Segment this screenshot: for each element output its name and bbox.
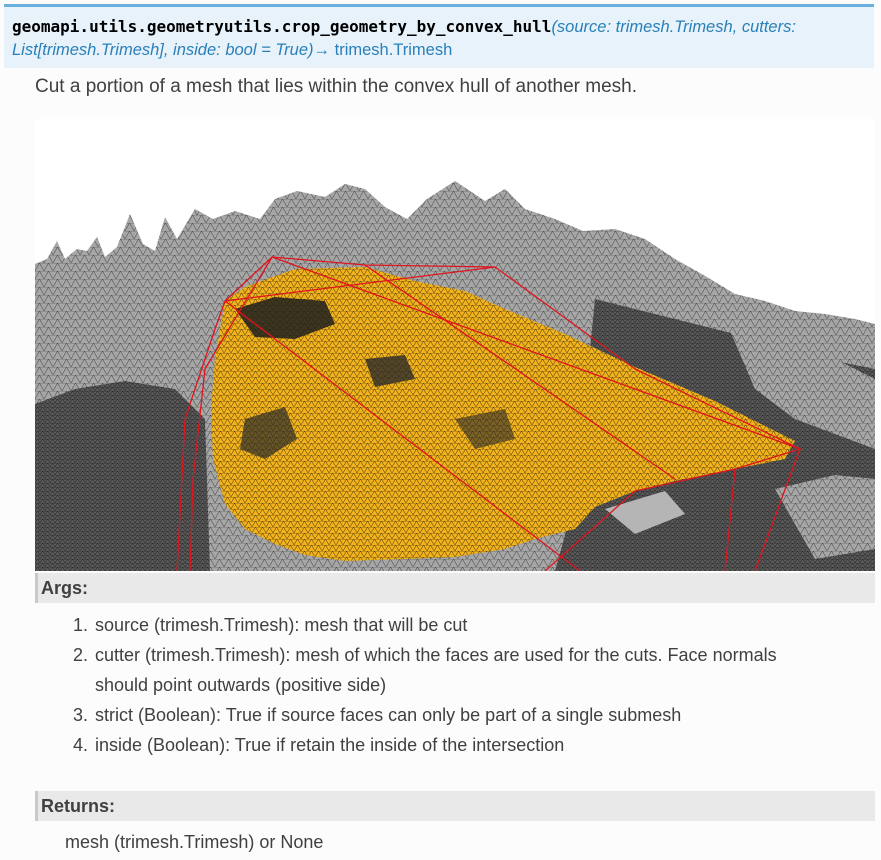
function-summary: Cut a portion of a mesh that lies within…	[35, 76, 637, 97]
arg-number: 3.	[73, 705, 89, 725]
dark-mesh-band	[35, 381, 210, 571]
mesh-illustration	[35, 119, 875, 571]
arg-item-strict: 3. strict (Boolean): True if source face…	[73, 700, 853, 730]
arg-item-source: 1. source (trimesh.Trimesh): mesh that w…	[73, 610, 853, 640]
arg-text: cutter (trimesh.Trimesh): mesh of which …	[95, 645, 777, 665]
function-name: geomapi.utils.geometryutils.crop_geometr…	[12, 17, 552, 36]
returns-description: mesh (trimesh.Trimesh) or None	[65, 832, 324, 852]
args-heading: Args:	[35, 573, 875, 603]
arg-number: 4.	[73, 735, 89, 755]
function-signature: geomapi.utils.geometryutils.crop_geometr…	[4, 4, 874, 68]
arg-text-continued: should point outwards (positive side)	[95, 675, 387, 695]
return-arrow: →	[313, 41, 331, 59]
arg-number: 2.	[73, 645, 89, 665]
arg-text: source (trimesh.Trimesh): mesh that will…	[95, 615, 468, 635]
arg-number: 1.	[73, 615, 89, 635]
signature-line-2: List[trimesh.Trimesh], inside: bool = Tr…	[12, 39, 866, 62]
arg-item-inside: 4. inside (Boolean): True if retain the …	[73, 730, 853, 760]
arg-item-cutter: 2. cutter (trimesh.Trimesh): mesh of whi…	[73, 640, 853, 700]
args-list: 1. source (trimesh.Trimesh): mesh that w…	[73, 610, 853, 760]
signature-line-1: geomapi.utils.geometryutils.crop_geometr…	[12, 16, 866, 39]
returns-heading: Returns:	[35, 791, 875, 821]
mesh-crop-figure	[35, 119, 875, 571]
return-type-link[interactable]: trimesh.Trimesh	[335, 41, 453, 59]
signature-params-1: (source: trimesh.Trimesh, cutters:	[551, 18, 796, 36]
signature-params-2: List[trimesh.Trimesh], inside: bool = Tr…	[12, 41, 314, 59]
arg-text: strict (Boolean): True if source faces c…	[95, 705, 682, 725]
arg-text: inside (Boolean): True if retain the ins…	[95, 735, 565, 755]
